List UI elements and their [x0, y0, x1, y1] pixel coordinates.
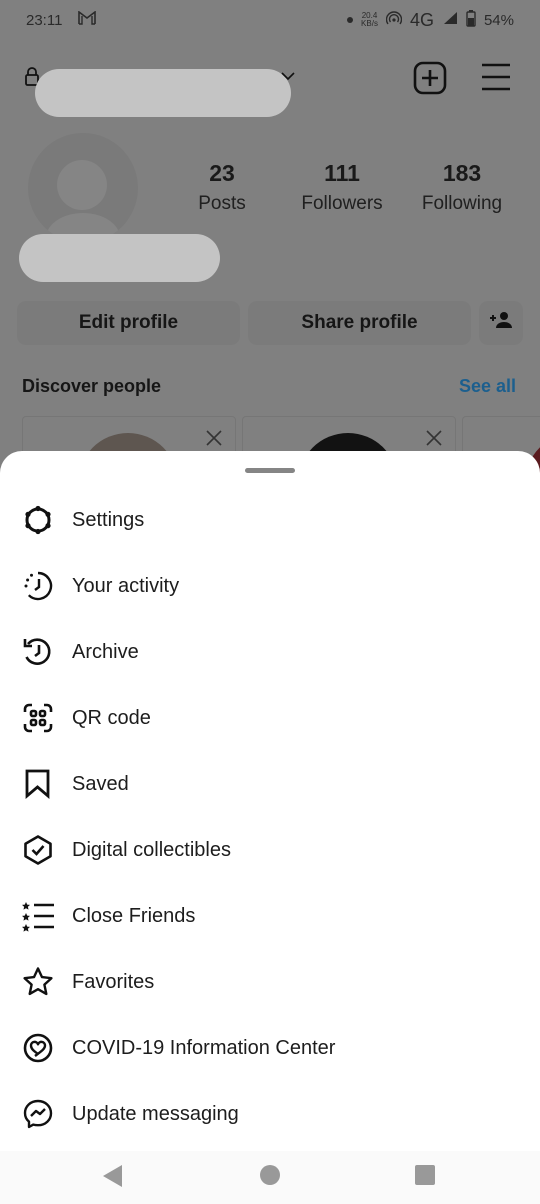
status-time: 23:11: [26, 11, 63, 29]
share-profile-button[interactable]: Share profile: [248, 301, 471, 345]
display-name-redacted: [19, 234, 220, 282]
chevron-down-icon[interactable]: [280, 68, 296, 89]
followers-count: 111: [324, 160, 360, 186]
status-bar: 23:11 20.4 KB/s 4G 54%: [0, 0, 540, 40]
menu-label: Update messaging: [72, 1102, 239, 1125]
menu-item-update-messaging[interactable]: Update messaging: [0, 1081, 540, 1147]
activity-icon: [22, 570, 54, 602]
menu-item-digital-collectibles[interactable]: Digital collectibles: [0, 817, 540, 883]
plus-square-icon[interactable]: [413, 61, 447, 95]
net-speed-unit: KB/s: [361, 19, 378, 28]
settings-icon: [22, 504, 54, 536]
add-person-icon: [489, 311, 513, 335]
archive-icon: [22, 636, 54, 668]
stat-following[interactable]: 183 Following: [410, 160, 514, 215]
sheet-drag-handle[interactable]: [245, 468, 295, 473]
covid-info-icon: [22, 1032, 54, 1064]
discover-people-button[interactable]: [479, 301, 523, 345]
profile-avatar[interactable]: [28, 133, 138, 243]
menu-item-qr-code[interactable]: QR code: [0, 685, 540, 751]
stat-followers[interactable]: 111 Followers: [290, 160, 394, 215]
menu-item-saved[interactable]: Saved: [0, 751, 540, 817]
star-icon: [22, 966, 54, 998]
menu-item-your-activity[interactable]: Your activity: [0, 553, 540, 619]
menu-label: Saved: [72, 772, 129, 795]
username-redacted[interactable]: [35, 69, 291, 117]
hotspot-icon: [385, 11, 403, 29]
posts-label: Posts: [198, 193, 246, 214]
menu-label: QR code: [72, 706, 151, 729]
recents-icon[interactable]: [415, 1165, 435, 1185]
menu-label: Settings: [72, 508, 145, 531]
home-icon[interactable]: [260, 1165, 280, 1185]
menu-label: COVID-19 Information Center: [72, 1036, 336, 1059]
discover-people-title: Discover people: [22, 376, 162, 396]
gmail-icon: [78, 10, 97, 29]
following-label: Following: [421, 193, 503, 214]
menu-label: Archive: [72, 640, 139, 663]
options-menu: Settings Your activity Archive QR code S: [0, 487, 540, 1147]
notification-dot-icon: [347, 17, 354, 23]
menu-item-archive[interactable]: Archive: [0, 619, 540, 685]
menu-label: Favorites: [72, 970, 155, 993]
menu-item-covid-info[interactable]: COVID-19 Information Center: [0, 1015, 540, 1081]
avatar-head-placeholder: [57, 160, 107, 210]
network-speed: 20.4 KB/s: [361, 12, 378, 28]
see-all-link[interactable]: See all: [459, 376, 516, 397]
close-friends-icon: [22, 900, 54, 932]
back-icon[interactable]: [102, 1164, 124, 1193]
menu-label: Digital collectibles: [72, 838, 231, 861]
close-icon[interactable]: [425, 429, 443, 447]
menu-item-close-friends[interactable]: Close Friends: [0, 883, 540, 949]
options-bottom-sheet: Settings Your activity Archive QR code S: [0, 451, 540, 1151]
battery-icon: [466, 9, 476, 31]
network-type: 4G: [409, 9, 434, 30]
qr-code-icon: [22, 702, 54, 734]
posts-count: 23: [209, 160, 235, 186]
close-icon[interactable]: [205, 429, 223, 447]
stat-posts[interactable]: 23 Posts: [186, 160, 258, 215]
menu-label: Close Friends: [72, 904, 196, 927]
system-navigation-bar: [0, 1151, 540, 1204]
followers-label: Followers: [301, 193, 383, 214]
edit-profile-button[interactable]: Edit profile: [17, 301, 240, 345]
menu-item-settings[interactable]: Settings: [0, 487, 540, 553]
bookmark-icon: [22, 768, 54, 800]
signal-icon: [442, 11, 458, 29]
following-count: 183: [442, 160, 482, 186]
battery-percent: 54%: [483, 11, 514, 29]
menu-label: Your activity: [72, 574, 180, 597]
messenger-icon: [22, 1098, 54, 1130]
menu-item-favorites[interactable]: Favorites: [0, 949, 540, 1015]
hamburger-menu-icon[interactable]: [480, 62, 512, 92]
collectibles-icon: [22, 834, 54, 866]
